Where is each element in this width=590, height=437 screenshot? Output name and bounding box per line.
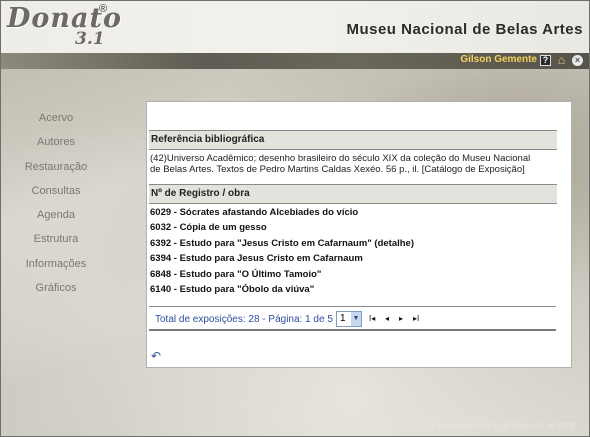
user-bar: Gilson Gemente ? ⌂ × xyxy=(1,53,589,69)
content-panel: Referência bibliográfica (42)Universo Ac… xyxy=(146,101,572,368)
app-window: Donato 3.1 ® Museu Nacional de Belas Art… xyxy=(0,0,590,437)
list-item[interactable]: 6848 - Estudo para "O Último Tamoio" xyxy=(150,267,550,282)
sidebar-item-restauracao[interactable]: Restauração xyxy=(1,155,111,179)
pagination-bar: Total de exposições: 28 - Página: 1 de 5… xyxy=(149,306,556,331)
exit-icon[interactable]: × xyxy=(572,55,583,66)
sidebar-item-acervo[interactable]: Acervo xyxy=(1,106,111,130)
access-counter: 8 acessos desde 1º de fevereiro de 2008 xyxy=(429,421,575,430)
works-list: 6029 - Sócrates afastando Alcebiades do … xyxy=(150,205,550,297)
donato-logo[interactable]: Donato 3.1 ® xyxy=(7,3,121,51)
sidebar-item-estrutura[interactable]: Estrutura xyxy=(1,227,111,251)
pagination-summary: Total de exposições: 28 - Página: 1 de 5 xyxy=(155,314,333,325)
user-name[interactable]: Gilson Gemente xyxy=(460,54,537,65)
first-page-icon[interactable]: I◂ xyxy=(369,315,375,323)
sidebar-item-autores[interactable]: Autores xyxy=(1,130,111,154)
page-select[interactable]: 1 ▼ xyxy=(336,311,362,327)
sidebar-nav: Acervo Autores Restauração Consultas Age… xyxy=(1,106,111,300)
reference-text: (42)Universo Acadêmico; desenho brasilei… xyxy=(150,153,531,175)
list-item[interactable]: 6394 - Estudo para Jesus Cristo em Cafar… xyxy=(150,251,550,266)
works-heading: Nº de Registro / obra xyxy=(149,184,557,204)
museum-title: Museu Nacional de Belas Artes xyxy=(346,21,583,38)
registered-mark: ® xyxy=(99,3,108,15)
list-item[interactable]: 6140 - Estudo para "Óbolo da viúva" xyxy=(150,282,550,297)
list-item[interactable]: 6392 - Estudo para "Jesus Cristo em Cafa… xyxy=(150,236,550,251)
chevron-down-icon[interactable]: ▼ xyxy=(351,312,361,326)
sidebar-item-consultas[interactable]: Consultas xyxy=(1,179,111,203)
help-icon[interactable]: ? xyxy=(540,55,551,66)
back-icon[interactable]: ↶ xyxy=(151,349,161,363)
header: Donato 3.1 ® Museu Nacional de Belas Art… xyxy=(1,1,589,53)
logo-version: 3.1 xyxy=(75,29,105,49)
last-page-icon[interactable]: ▸I xyxy=(413,315,419,323)
sidebar-item-informacoes[interactable]: Informações xyxy=(1,252,111,276)
sidebar-item-agenda[interactable]: Agenda xyxy=(1,203,111,227)
prev-page-icon[interactable]: ◂ xyxy=(385,315,389,323)
list-item[interactable]: 6029 - Sócrates afastando Alcebiades do … xyxy=(150,205,550,220)
sidebar-item-graficos[interactable]: Gráficos xyxy=(1,276,111,300)
home-icon[interactable]: ⌂ xyxy=(556,54,567,66)
page-select-value: 1 xyxy=(340,313,346,324)
ref-heading: Referência bibliográfica xyxy=(149,130,557,150)
list-item[interactable]: 6032 - Cópia de um gesso xyxy=(150,220,550,235)
next-page-icon[interactable]: ▸ xyxy=(399,315,403,323)
